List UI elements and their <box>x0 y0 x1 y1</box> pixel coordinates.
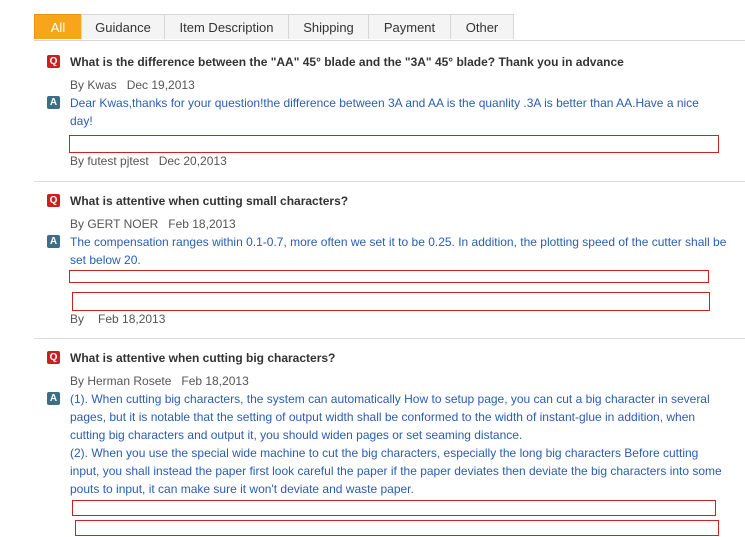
question-meta: By Herman Rosete Feb 18,2013 <box>70 374 249 388</box>
asker-name: By GERT NOER <box>70 217 159 231</box>
answer-meta: By futest pjtest Dec 20,2013 <box>70 154 227 168</box>
question-meta: By GERT NOER Feb 18,2013 <box>70 217 236 231</box>
answer-date: Dec 20,2013 <box>158 154 227 168</box>
question-text: What is attentive when cutting big chara… <box>70 351 336 365</box>
answer-text: (2). When you use the special wide machi… <box>70 446 722 496</box>
reply-input-outline[interactable] <box>72 292 710 311</box>
asked-date: Feb 18,2013 <box>168 217 236 231</box>
tab-shipping[interactable]: Shipping <box>288 14 369 39</box>
divider <box>34 181 745 182</box>
qa-category-tabs: All Guidance Item Description Shipping P… <box>34 14 745 41</box>
question-icon: Q <box>47 194 60 207</box>
question-icon: Q <box>47 351 60 364</box>
tab-all[interactable]: All <box>34 14 82 39</box>
answer-icon: A <box>47 96 60 109</box>
answer-date: Feb 18,2013 <box>98 312 166 326</box>
reply-input-outline[interactable] <box>69 135 719 153</box>
reply-input-outline[interactable] <box>75 520 719 536</box>
tab-guidance[interactable]: Guidance <box>81 14 165 39</box>
reply-input-outline[interactable] <box>69 270 709 283</box>
answer-text: (1). When cutting big characters, the sy… <box>70 392 710 442</box>
answerer-name: By <box>70 312 85 326</box>
answer-icon: A <box>47 392 60 405</box>
question-text: What is attentive when cutting small cha… <box>70 194 349 208</box>
question-meta: By Kwas Dec 19,2013 <box>70 78 195 92</box>
answerer-name: By futest pjtest <box>70 154 149 168</box>
tab-other[interactable]: Other <box>450 14 514 39</box>
answer-text: The compensation ranges within 0.1-0.7, … <box>70 235 727 267</box>
question-text: What is the difference between the "AA" … <box>70 55 624 69</box>
asked-date: Dec 19,2013 <box>126 78 195 92</box>
tab-payment[interactable]: Payment <box>368 14 451 39</box>
answer-icon: A <box>47 235 60 248</box>
reply-input-outline[interactable] <box>72 500 716 516</box>
tab-item-description[interactable]: Item Description <box>164 14 289 39</box>
answer-text: Dear Kwas,thanks for your question!the d… <box>70 96 699 128</box>
question-icon: Q <box>47 55 60 68</box>
asker-name: By Herman Rosete <box>70 374 172 388</box>
answer-meta: By Feb 18,2013 <box>70 312 165 326</box>
asked-date: Feb 18,2013 <box>181 374 249 388</box>
asker-name: By Kwas <box>70 78 117 92</box>
divider <box>34 338 745 339</box>
